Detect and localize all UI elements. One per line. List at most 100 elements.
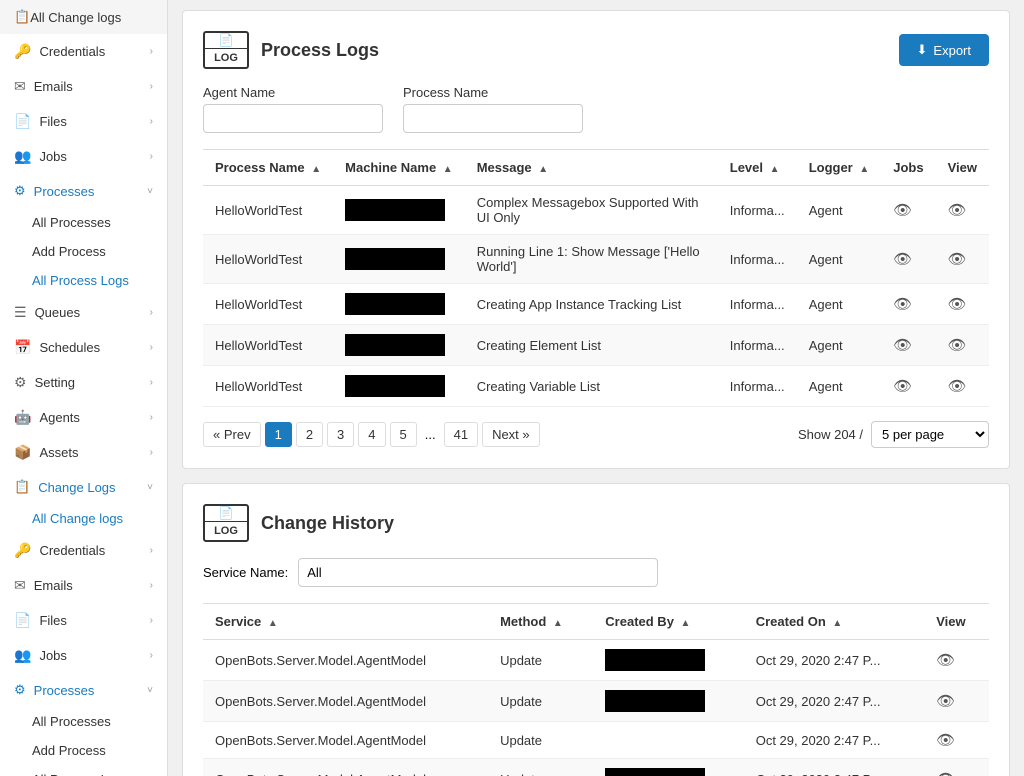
page-4-button[interactable]: 4 bbox=[358, 422, 385, 447]
sidebar-item-label: Setting bbox=[35, 375, 75, 390]
sidebar-item-emails2[interactable]: ✉ Emails › bbox=[0, 568, 167, 603]
jobs-eye-icon[interactable]: 👁 bbox=[893, 202, 912, 219]
sidebar-item-label: Processes bbox=[34, 184, 95, 199]
sidebar-item-agents[interactable]: 🤖 Agents › bbox=[0, 400, 167, 435]
sidebar-subitem-all-processes-1[interactable]: All Processes bbox=[0, 208, 167, 237]
sidebar-subitem-all-process-logs[interactable]: All Process Logs bbox=[0, 266, 167, 295]
assets-icon: 📦 bbox=[14, 444, 31, 461]
cell-logger: Agent bbox=[797, 325, 882, 366]
cell-created-on: Oct 29, 2020 2:47 P... bbox=[744, 759, 925, 776]
cell-machine-name bbox=[333, 366, 465, 407]
email-icon: ✉ bbox=[14, 78, 26, 95]
cell-view: 👁 bbox=[924, 640, 989, 681]
change-history-card: 📄 LOG Change History Service Name: All S… bbox=[182, 483, 1010, 776]
prev-button[interactable]: « Prev bbox=[203, 422, 261, 447]
cell-method: Update bbox=[488, 640, 593, 681]
sidebar-subitem-add-process-2[interactable]: Add Process bbox=[0, 736, 167, 765]
ch-view-eye-icon[interactable]: 👁 bbox=[936, 693, 955, 710]
cell-logger: Agent bbox=[797, 366, 882, 407]
view-eye-icon[interactable]: 👁 bbox=[948, 337, 967, 354]
table-row: HelloWorldTest Creating App Instance Tra… bbox=[203, 284, 989, 325]
sidebar-item-jobs2[interactable]: 👥 Jobs › bbox=[0, 638, 167, 673]
sidebar-subitem-all-process-logs-2[interactable]: All Process Logs bbox=[0, 765, 167, 776]
export-button[interactable]: ⬇ Export bbox=[899, 34, 989, 66]
process-logs-title-area: 📄 LOG Process Logs bbox=[203, 31, 379, 69]
sidebar-item-emails[interactable]: ✉ Emails › bbox=[0, 69, 167, 104]
sidebar-item-label: Emails bbox=[34, 79, 73, 94]
ellipsis: ... bbox=[421, 427, 440, 442]
sidebar-item-credentials[interactable]: 🔑 Credentials › bbox=[0, 34, 167, 69]
agent-name-select[interactable] bbox=[203, 104, 383, 133]
page-2-button[interactable]: 2 bbox=[296, 422, 323, 447]
sidebar-item-processes[interactable]: ⚙ Processes ˅ bbox=[0, 174, 167, 208]
sidebar-item-label: Change Logs bbox=[38, 480, 115, 495]
sidebar-item-all-change-logs-top[interactable]: 📋 All Change logs bbox=[0, 0, 167, 34]
next-button[interactable]: Next » bbox=[482, 422, 540, 447]
sidebar-item-files[interactable]: 📄 Files › bbox=[0, 104, 167, 139]
file-icon2: 📄 bbox=[14, 612, 31, 629]
view-eye-icon[interactable]: 👁 bbox=[948, 202, 967, 219]
sidebar-subitem-label: All Process Logs bbox=[32, 273, 129, 288]
cell-logger: Agent bbox=[797, 284, 882, 325]
change-history-filters: Service Name: All bbox=[203, 558, 989, 587]
sidebar-item-files2[interactable]: 📄 Files › bbox=[0, 603, 167, 638]
view-eye-icon[interactable]: 👁 bbox=[948, 251, 967, 268]
sidebar-item-label: Emails bbox=[34, 578, 73, 593]
page-1-button[interactable]: 1 bbox=[265, 422, 292, 447]
sidebar-item-label: Jobs bbox=[39, 648, 66, 663]
sidebar-subitem-label: All Processes bbox=[32, 215, 111, 230]
per-page-select[interactable]: 5 per page 10 per page 25 per page bbox=[871, 421, 989, 448]
sidebar-subitem-add-process-1[interactable]: Add Process bbox=[0, 237, 167, 266]
jobs-eye-icon[interactable]: 👁 bbox=[893, 296, 912, 313]
chevron-right-icon: › bbox=[150, 580, 153, 591]
sidebar-item-queues[interactable]: ☰ Queues › bbox=[0, 295, 167, 330]
ch-view-eye-icon[interactable]: 👁 bbox=[936, 732, 955, 749]
sidebar-subitem-all-processes-2[interactable]: All Processes bbox=[0, 707, 167, 736]
jobs-icon2: 👥 bbox=[14, 647, 31, 664]
service-name-select[interactable]: All bbox=[298, 558, 658, 587]
key-icon: 🔑 bbox=[14, 43, 31, 60]
cell-machine-name bbox=[333, 284, 465, 325]
change-history-header-row: Service ▲ Method ▲ Created By ▲ Created … bbox=[203, 604, 989, 640]
chevron-down-icon: ˅ bbox=[147, 186, 153, 197]
service-name-label: Service Name: bbox=[203, 565, 288, 580]
setting-icon: ⚙ bbox=[14, 374, 27, 391]
cell-view: 👁 bbox=[936, 366, 989, 407]
col-level: Level ▲ bbox=[718, 150, 797, 186]
sidebar-item-label: All Change logs bbox=[30, 10, 121, 25]
view-eye-icon[interactable]: 👁 bbox=[948, 378, 967, 395]
sidebar-item-processes2[interactable]: ⚙ Processes ˅ bbox=[0, 673, 167, 707]
cell-jobs: 👁 bbox=[881, 366, 935, 407]
process-name-select[interactable] bbox=[403, 104, 583, 133]
page-41-button[interactable]: 41 bbox=[444, 422, 478, 447]
jobs-eye-icon[interactable]: 👁 bbox=[893, 337, 912, 354]
sidebar-item-credentials2[interactable]: 🔑 Credentials › bbox=[0, 533, 167, 568]
sort-icon: ▲ bbox=[311, 164, 321, 175]
sidebar-subitem-label: Add Process bbox=[32, 743, 106, 758]
page-5-button[interactable]: 5 bbox=[390, 422, 417, 447]
chevron-right-icon: › bbox=[150, 307, 153, 318]
show-count: Show 204 / bbox=[798, 427, 863, 442]
process-logs-header: 📄 LOG Process Logs ⬇ Export bbox=[203, 31, 989, 69]
chevron-right-icon: › bbox=[150, 342, 153, 353]
view-eye-icon[interactable]: 👁 bbox=[948, 296, 967, 313]
jobs-eye-icon[interactable]: 👁 bbox=[893, 378, 912, 395]
cell-service: OpenBots.Server.Model.AgentModel bbox=[203, 722, 488, 759]
sidebar-item-change-logs[interactable]: 📋 Change Logs ˅ bbox=[0, 470, 167, 504]
main-content: 📄 LOG Process Logs ⬇ Export Agent Name P… bbox=[168, 0, 1024, 776]
process-name-label: Process Name bbox=[403, 85, 583, 100]
sidebar-item-jobs[interactable]: 👥 Jobs › bbox=[0, 139, 167, 174]
pagination-controls: « Prev 1 2 3 4 5 ... 41 Next » bbox=[203, 422, 540, 447]
table-row: OpenBots.Server.Model.AgentModel Update … bbox=[203, 759, 989, 776]
sidebar-item-setting[interactable]: ⚙ Setting › bbox=[0, 365, 167, 400]
sidebar-item-schedules[interactable]: 📅 Schedules › bbox=[0, 330, 167, 365]
jobs-eye-icon[interactable]: 👁 bbox=[893, 251, 912, 268]
sidebar-subitem-all-change-logs[interactable]: All Change logs bbox=[0, 504, 167, 533]
process-logs-icon: 📄 LOG bbox=[203, 31, 249, 69]
page-3-button[interactable]: 3 bbox=[327, 422, 354, 447]
export-label: Export bbox=[933, 43, 971, 58]
sidebar-item-assets[interactable]: 📦 Assets › bbox=[0, 435, 167, 470]
ch-view-eye-icon[interactable]: 👁 bbox=[936, 652, 955, 669]
col-jobs: Jobs bbox=[881, 150, 935, 186]
ch-view-eye-icon[interactable]: 👁 bbox=[936, 771, 955, 776]
